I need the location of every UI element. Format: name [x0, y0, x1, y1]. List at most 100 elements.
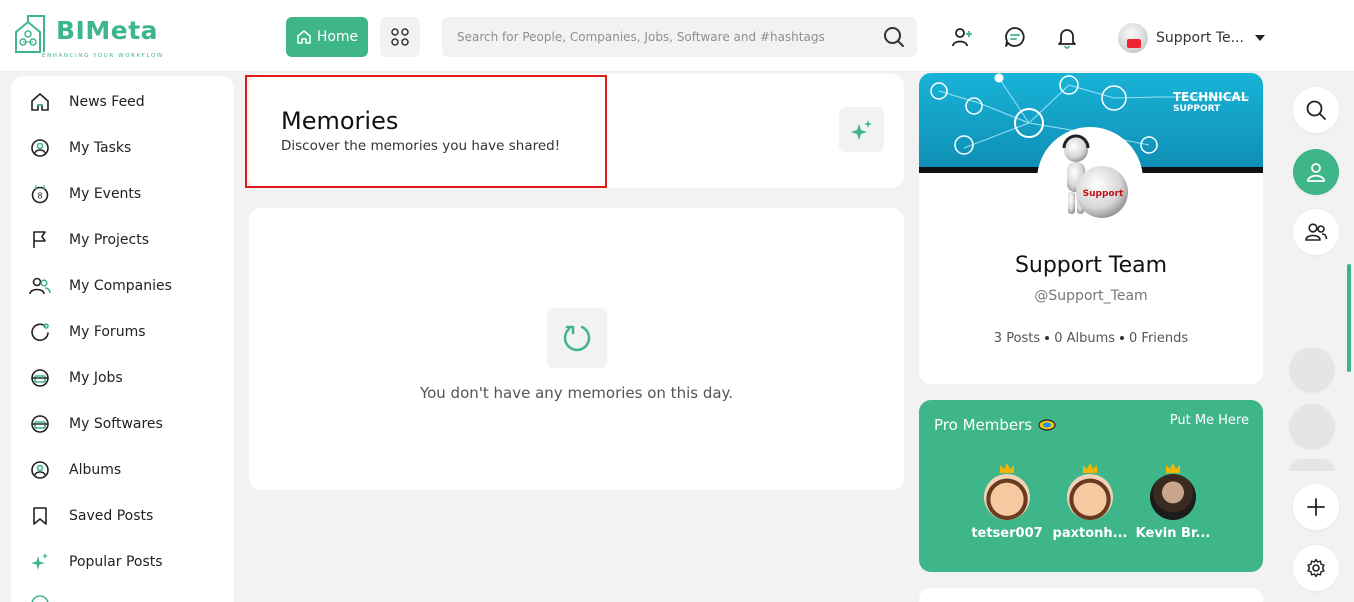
- profile-card: TECHNICAL SUPPORT Support Support Team @…: [919, 73, 1263, 384]
- posts-count[interactable]: 3 Posts: [994, 331, 1040, 346]
- home-button-label: Home: [316, 29, 359, 45]
- user-menu[interactable]: Support Te...: [1118, 22, 1266, 54]
- online-user-placeholder[interactable]: [1289, 404, 1335, 450]
- profile-handle: @Support_Team: [1034, 288, 1148, 304]
- search-icon[interactable]: [883, 26, 905, 48]
- profile-stats: 3 Posts 0 Albums 0 Friends: [919, 331, 1263, 346]
- albums-count[interactable]: 0 Albums: [1054, 331, 1115, 346]
- avatar-badge-text: Support: [1083, 189, 1124, 199]
- sidebar-item-my-projects[interactable]: My Projects: [29, 226, 149, 254]
- gear-icon: [1307, 558, 1325, 578]
- calendar-icon: 8: [29, 183, 51, 205]
- bell-icon: [1058, 29, 1076, 49]
- online-user-placeholder[interactable]: [1289, 459, 1335, 471]
- rail-search-button[interactable]: [1293, 87, 1339, 133]
- rail-friends-button[interactable]: [1293, 209, 1339, 255]
- sidebar-item-label: My Forums: [69, 324, 146, 340]
- highlight-box: [245, 75, 607, 188]
- users-icon: [1305, 223, 1328, 241]
- member-name: Kevin Br...: [1135, 526, 1211, 541]
- banner-subtitle: SUPPORT: [1173, 104, 1221, 114]
- pro-members-card: Pro Members Put Me Here tetser007 paxton…: [919, 400, 1263, 572]
- rail-settings-button[interactable]: [1293, 545, 1339, 591]
- member-avatar: [984, 474, 1030, 520]
- rail-profile-button[interactable]: [1293, 149, 1339, 195]
- profile-name[interactable]: Support Team: [919, 253, 1263, 278]
- logo-tagline: ENHANCING YOUR WORKFLOW: [42, 53, 164, 59]
- add-friend-button[interactable]: [949, 24, 975, 50]
- apps-grid-icon: [391, 28, 409, 46]
- pro-member[interactable]: Kevin Br...: [1133, 462, 1213, 541]
- online-user-placeholder[interactable]: [1289, 347, 1335, 393]
- crown-icon: [1000, 463, 1014, 473]
- pro-member[interactable]: tetser007: [967, 462, 1047, 541]
- sidebar-item-news-feed[interactable]: News Feed: [29, 88, 145, 116]
- forum-icon: [29, 321, 51, 343]
- logo-building-icon: [15, 15, 45, 53]
- pro-member[interactable]: paxtonh...: [1050, 462, 1130, 541]
- member-avatar: [1150, 474, 1196, 520]
- sidebar-item-my-forums[interactable]: My Forums: [29, 318, 146, 346]
- bimeta-logo[interactable]: BIMeta ENHANCING YOUR WORKFLOW: [12, 14, 162, 60]
- search-input[interactable]: [442, 17, 862, 57]
- put-me-here-link[interactable]: Put Me Here: [1170, 413, 1249, 428]
- banner-title: TECHNICAL: [1173, 90, 1249, 104]
- sidebar-item-popular-posts[interactable]: Popular Posts: [29, 548, 163, 576]
- memories-empty-card: You don't have any memories on this day.: [249, 208, 904, 490]
- user-icon: [1307, 163, 1325, 182]
- user-avatar: [1118, 23, 1148, 53]
- software-icon: [29, 413, 51, 435]
- sparkle-icon: [29, 551, 51, 573]
- member-avatar: [1067, 474, 1113, 520]
- pro-badge-icon: [1038, 419, 1056, 431]
- home-button[interactable]: Home: [286, 17, 368, 57]
- chat-icon: [1005, 27, 1025, 47]
- add-user-icon: [952, 28, 972, 47]
- sidebar-item-label: My Companies: [69, 278, 172, 294]
- logo-text: BIMeta: [56, 16, 159, 45]
- partial-icon: [29, 593, 51, 602]
- briefcase-icon: [29, 367, 51, 389]
- user-name: Support Te...: [1156, 30, 1244, 46]
- left-sidebar: News Feed My Tasks 8 My Events My Projec…: [11, 76, 234, 602]
- sidebar-item-label: My Softwares: [69, 416, 163, 432]
- member-name: tetser007: [971, 526, 1043, 541]
- sidebar-item-label: Saved Posts: [69, 508, 154, 524]
- sidebar-item-my-companies[interactable]: My Companies: [29, 272, 172, 300]
- sidebar-item-partial[interactable]: [29, 590, 51, 602]
- crown-icon: [1083, 463, 1097, 473]
- home-icon: [297, 30, 311, 44]
- sidebar-item-albums[interactable]: Albums: [29, 456, 121, 484]
- empty-state-message: You don't have any memories on this day.: [419, 384, 734, 402]
- sidebar-item-my-tasks[interactable]: My Tasks: [29, 134, 131, 162]
- sidebar-item-my-events[interactable]: 8 My Events: [29, 180, 141, 208]
- svg-text:8: 8: [37, 192, 42, 201]
- memories-sparkle-button[interactable]: [839, 107, 884, 152]
- sidebar-item-label: Albums: [69, 462, 122, 478]
- chevron-down-icon: [1255, 35, 1265, 41]
- plus-icon: [1307, 498, 1325, 516]
- pro-members-title-text: Pro Members: [934, 416, 1033, 434]
- sidebar-item-label: My Jobs: [69, 370, 123, 386]
- sparkle-icon: [850, 119, 872, 140]
- next-widget-card: [919, 588, 1263, 602]
- support-mascot-image: Support: [1062, 134, 1128, 218]
- sidebar-item-my-jobs[interactable]: My Jobs: [29, 364, 123, 392]
- apps-menu-button[interactable]: [380, 17, 420, 57]
- search-icon: [1306, 100, 1326, 120]
- flag-icon: [29, 229, 51, 251]
- sidebar-item-saved-posts[interactable]: Saved Posts: [29, 502, 153, 530]
- sidebar-item-label: News Feed: [69, 94, 145, 110]
- friends-count[interactable]: 0 Friends: [1129, 331, 1188, 346]
- page-scrollbar[interactable]: [1347, 264, 1351, 372]
- profile-avatar[interactable]: Support: [1037, 127, 1143, 233]
- search-bar: [442, 17, 917, 57]
- messages-button[interactable]: [1002, 24, 1028, 50]
- member-name: paxtonh...: [1052, 526, 1128, 541]
- rail-add-button[interactable]: [1293, 484, 1339, 530]
- crown-icon: [1166, 463, 1180, 473]
- bookmark-icon: [29, 505, 51, 527]
- notifications-button[interactable]: [1054, 24, 1080, 50]
- sidebar-item-my-softwares[interactable]: My Softwares: [29, 410, 163, 438]
- sidebar-item-label: Popular Posts: [69, 554, 163, 570]
